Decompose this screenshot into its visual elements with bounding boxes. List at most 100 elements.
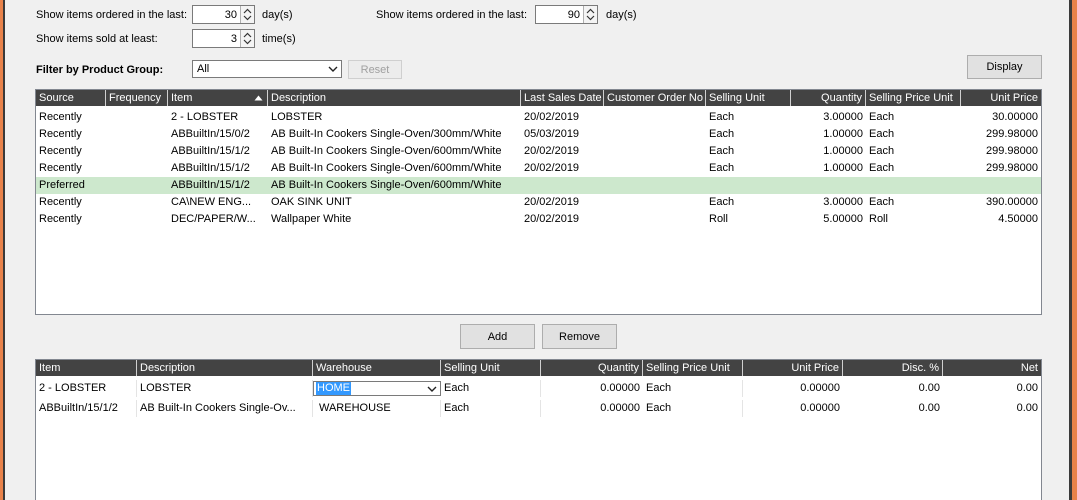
- table-row[interactable]: Recently ABBuiltIn/15/1/2 AB Built-In Co…: [36, 160, 1041, 177]
- cell-source: Recently: [39, 162, 82, 174]
- table-row[interactable]: Recently ABBuiltIn/15/0/2 AB Built-In Co…: [36, 126, 1041, 143]
- remove-button[interactable]: Remove: [542, 324, 617, 349]
- col-warehouse[interactable]: Warehouse: [313, 360, 441, 376]
- cell-last-sales-date: 20/02/2019: [524, 213, 580, 225]
- cell-source: Recently: [39, 111, 82, 123]
- cell-net: 0.00: [1016, 402, 1038, 414]
- cell-last-sales-date: 20/02/2019: [524, 162, 580, 174]
- cell-quantity[interactable]: 0.00000: [541, 380, 643, 397]
- cell-source: Recently: [39, 128, 82, 140]
- selection-grid-header: Item Description Warehouse Selling Unit …: [36, 360, 1041, 376]
- col-unit-price[interactable]: Unit Price: [743, 360, 843, 376]
- days-unit-right: day(s): [606, 9, 637, 21]
- cell-quantity: 1.00000: [823, 145, 863, 157]
- ordered-last-left-value: 30: [224, 8, 237, 21]
- chevron-down-icon[interactable]: [424, 386, 440, 392]
- col-selling-price-unit[interactable]: Selling Price Unit: [643, 360, 743, 376]
- add-button[interactable]: Add: [460, 324, 535, 349]
- cell-disc[interactable]: 0.00: [843, 380, 943, 397]
- ordered-last-left-label: Show items ordered in the last:: [36, 9, 188, 21]
- sold-least-stepper[interactable]: 3: [192, 29, 255, 48]
- table-row[interactable]: Recently CA\NEW ENG... OAK SINK UNIT 20/…: [36, 194, 1041, 211]
- col-last-sales-date[interactable]: Last Sales Date: [521, 90, 604, 106]
- warehouse-select[interactable]: HOME: [313, 381, 441, 396]
- history-grid[interactable]: Source Frequency Item Description Last S…: [35, 89, 1042, 315]
- table-row[interactable]: 2 - LOBSTER LOBSTER HOME Each 0.00000 Ea…: [36, 380, 1041, 397]
- cell-item: DEC/PAPER/W...: [171, 213, 256, 225]
- sort-ascending-icon: [254, 90, 263, 106]
- cell-source: Recently: [39, 196, 82, 208]
- cell-customer-order-no: [604, 109, 706, 126]
- cell-unit-price[interactable]: 0.00000: [743, 380, 843, 397]
- product-group-select[interactable]: All: [192, 60, 342, 78]
- cell-selling-unit: Each: [709, 128, 735, 140]
- selection-grid[interactable]: Item Description Warehouse Selling Unit …: [35, 359, 1042, 500]
- col-source[interactable]: Source: [36, 90, 106, 106]
- table-row[interactable]: ABBuiltIn/15/1/2 AB Built-In Cookers Sin…: [36, 400, 1041, 417]
- cell-quantity: [791, 177, 866, 194]
- reset-button[interactable]: Reset: [348, 60, 402, 79]
- col-item[interactable]: Item: [36, 360, 137, 376]
- cell-item: CA\NEW ENG...: [171, 196, 252, 208]
- warehouse-select-value: HOME: [316, 382, 351, 395]
- col-customer-order-no[interactable]: Customer Order No: [604, 90, 706, 106]
- cell-last-sales-date: 05/03/2019: [524, 128, 580, 140]
- cell-item: 2 - LOBSTER: [171, 111, 239, 123]
- cell-quantity[interactable]: 0.00000: [541, 400, 643, 417]
- cell-source: Recently: [39, 145, 82, 157]
- ordered-last-left-stepper[interactable]: 30: [192, 5, 255, 24]
- cell-quantity: 3.00000: [823, 196, 863, 208]
- cell-selling-price-unit: Each: [869, 196, 895, 208]
- chevron-down-icon: [325, 66, 341, 72]
- cell-customer-order-no: [604, 177, 706, 194]
- cell-selling-unit: Roll: [709, 213, 728, 225]
- cell-customer-order-no: [604, 160, 706, 177]
- sold-least-label: Show items sold at least:: [36, 33, 158, 45]
- cell-selling-price-unit: Each: [643, 380, 743, 397]
- cell-frequency: [106, 177, 168, 194]
- window-border-left: [3, 0, 5, 500]
- cell-last-sales-date: 20/02/2019: [524, 196, 580, 208]
- table-row[interactable]: Recently ABBuiltIn/15/1/2 AB Built-In Co…: [36, 143, 1041, 160]
- col-net[interactable]: Net: [943, 360, 1041, 376]
- col-disc[interactable]: Disc. %: [843, 360, 943, 376]
- cell-description: OAK SINK UNIT: [271, 196, 352, 208]
- cell-quantity: 3.00000: [823, 111, 863, 123]
- table-row[interactable]: Recently 2 - LOBSTER LOBSTER 20/02/2019 …: [36, 109, 1041, 126]
- table-row[interactable]: Recently DEC/PAPER/W... Wallpaper White …: [36, 211, 1041, 228]
- col-quantity[interactable]: Quantity: [791, 90, 866, 106]
- col-frequency[interactable]: Frequency: [106, 90, 168, 106]
- spin-arrows-icon[interactable]: [240, 6, 254, 23]
- col-selling-price-unit[interactable]: Selling Price Unit: [866, 90, 961, 106]
- cell-unit-price: 4.50000: [998, 213, 1038, 225]
- ordered-last-right-stepper[interactable]: 90: [535, 5, 598, 24]
- col-description[interactable]: Description: [268, 90, 521, 106]
- cell-selling-price-unit: Each: [869, 111, 895, 123]
- spin-arrows-icon[interactable]: [240, 30, 254, 47]
- col-quantity[interactable]: Quantity: [541, 360, 643, 376]
- table-row-selected[interactable]: Preferred ABBuiltIn/15/1/2 AB Built-In C…: [36, 177, 1041, 194]
- spin-arrows-icon[interactable]: [583, 6, 597, 23]
- col-unit-price[interactable]: Unit Price: [961, 90, 1041, 106]
- cell-item: ABBuiltIn/15/1/2: [36, 400, 137, 417]
- col-selling-unit[interactable]: Selling Unit: [706, 90, 791, 106]
- cell-unit-price[interactable]: 0.00000: [743, 400, 843, 417]
- cell-item: ABBuiltIn/15/1/2: [171, 145, 250, 157]
- col-description[interactable]: Description: [137, 360, 313, 376]
- cell-description: AB Built-In Cookers Single-Oven/600mm/Wh…: [271, 162, 502, 174]
- cell-frequency: [106, 109, 168, 126]
- cell-unit-price: 390.00000: [986, 196, 1038, 208]
- cell-selling-unit: Each: [709, 162, 735, 174]
- cell-warehouse[interactable]: WAREHOUSE: [313, 400, 441, 417]
- cell-description: AB Built-In Cookers Single-Oven/600mm/Wh…: [271, 179, 502, 191]
- col-item[interactable]: Item: [168, 90, 268, 106]
- cell-quantity: 1.00000: [823, 128, 863, 140]
- col-selling-unit[interactable]: Selling Unit: [441, 360, 541, 376]
- cell-source: Recently: [39, 213, 82, 225]
- cell-selling-unit: Each: [709, 145, 735, 157]
- cell-selling-unit: Each: [441, 400, 541, 417]
- cell-disc[interactable]: 0.00: [843, 400, 943, 417]
- cell-selling-price-unit: Each: [869, 162, 895, 174]
- cell-last-sales-date: 20/02/2019: [524, 145, 580, 157]
- display-button[interactable]: Display: [967, 55, 1042, 79]
